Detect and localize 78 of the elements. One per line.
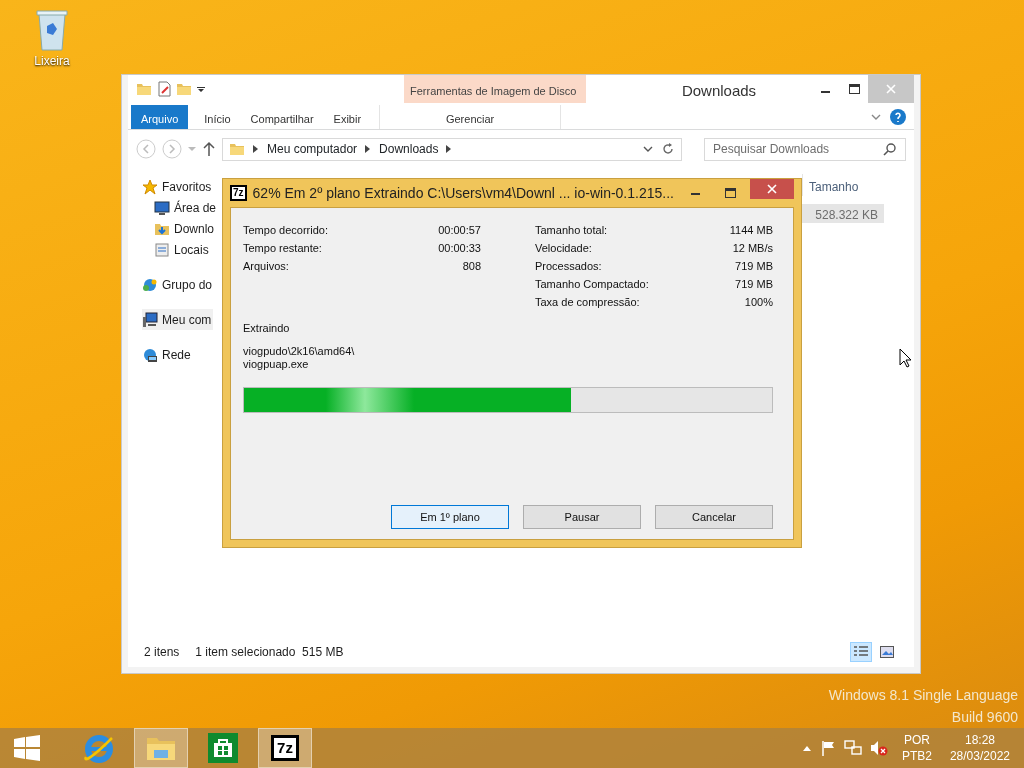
search-placeholder: Pesquisar Downloads — [713, 141, 831, 158]
file-path: viogpudo\2k16\amd64\ viogpuap.exe — [243, 344, 356, 371]
os-notice-text: Build 9600 — [950, 708, 1018, 727]
stat-value: 00:00:57 — [438, 223, 481, 238]
ribbon-tab[interactable]: Compartilhar — [240, 105, 324, 129]
table-cell[interactable]: 528.322 KB — [802, 204, 884, 223]
os-notice-text: Windows 8.1 Single Language — [828, 686, 1018, 705]
ribbon-tab[interactable]: Arquivo — [131, 105, 189, 129]
stat-value: 1144 MB — [729, 223, 773, 238]
stat-label: Arquivos: — [243, 259, 289, 274]
dialog-button[interactable]: Em 1º plano — [391, 505, 509, 529]
search-field[interactable]: Pesquisar Downloads — [704, 137, 906, 161]
close-button[interactable] — [750, 179, 794, 199]
context-tab-group: Ferramentas de Imagem de Disco — [404, 75, 586, 103]
chevron-icon[interactable] — [253, 145, 259, 153]
flag-icon[interactable] — [819, 740, 836, 756]
stat-value: 719 MB — [735, 259, 773, 274]
store-icon[interactable] — [208, 733, 238, 763]
stat-label: Taxa de compressão: — [535, 295, 640, 310]
help-icon[interactable] — [890, 109, 906, 125]
recycle-bin-icon[interactable] — [35, 8, 69, 52]
chevron-icon[interactable] — [446, 145, 453, 153]
nav-item[interactable]: Meu com — [142, 309, 214, 330]
search-icon[interactable] — [883, 142, 897, 156]
windows-logo-icon[interactable] — [13, 734, 41, 762]
show-hidden-icons-icon[interactable] — [801, 744, 812, 752]
browser-icon[interactable] — [83, 733, 115, 763]
stat-value: 00:00:33 — [438, 241, 481, 256]
muted-speaker-icon[interactable] — [869, 740, 888, 756]
chevron-icon[interactable] — [365, 145, 372, 153]
cursor-icon — [899, 348, 913, 368]
star-icon — [142, 178, 158, 195]
dialog-button[interactable]: Pausar — [523, 505, 641, 529]
dropdown-icon[interactable] — [196, 84, 206, 94]
window-title: Downloads — [680, 81, 758, 101]
breadcrumb-link[interactable]: Downloads — [379, 140, 439, 158]
network-icon[interactable] — [843, 740, 862, 756]
stat-label: Tempo restante: — [243, 241, 322, 256]
nav-item[interactable]: Área de — [154, 197, 219, 218]
breadcrumb-link[interactable]: Meu computador — [267, 140, 358, 158]
desktop-icon — [154, 200, 170, 215]
app-logo-icon: 7z — [230, 185, 247, 201]
ribbon-tab[interactable]: Gerenciar — [379, 105, 562, 129]
status-text: 1 item selecionado 515 MB — [195, 644, 344, 661]
homegroup-icon — [142, 276, 158, 293]
nav-item[interactable]: Rede — [142, 344, 193, 365]
stat-label: Processados: — [535, 259, 602, 274]
nav-item[interactable]: Grupo do — [142, 274, 215, 295]
stat-value: 100% — [744, 295, 773, 310]
folder-icon — [229, 141, 245, 157]
stat-label: Tamanho total: — [535, 223, 608, 238]
refresh-icon[interactable] — [661, 142, 675, 156]
places-icon — [154, 241, 170, 258]
dropdown-icon[interactable] — [643, 145, 653, 153]
status-text: 2 itens — [144, 644, 180, 661]
properties-icon[interactable] — [156, 81, 172, 97]
stat-label: Tempo decorrido: — [243, 223, 328, 238]
taskbar-button[interactable]: 7z — [258, 728, 312, 768]
stat-value: 12 MB/s — [732, 241, 773, 256]
maximize-icon[interactable] — [848, 84, 860, 94]
nav-item[interactable]: Favoritos — [142, 176, 214, 197]
stat-value: 719 MB — [735, 277, 773, 292]
network-icon — [142, 346, 158, 363]
dialog-title: 62% Em 2º plano Extraindo C:\Users\vm4\Downl ... io-win-0.1.215... — [252, 183, 675, 203]
ribbon-tab[interactable]: Início — [194, 105, 241, 129]
up-arrow-icon[interactable] — [202, 141, 216, 157]
nav-item[interactable]: Downlo — [154, 218, 217, 239]
ribbon-tab[interactable]: Exibir — [323, 105, 372, 129]
address-bar[interactable]: Meu computador Downloads — [222, 137, 682, 161]
stat-value: 808 — [462, 259, 481, 274]
stat-label: Tamanho Compactado: — [535, 277, 649, 292]
computer-icon — [142, 311, 158, 328]
close-icon[interactable] — [767, 184, 777, 194]
nav-item[interactable]: Locais — [154, 239, 211, 260]
maximize-icon[interactable] — [724, 188, 736, 198]
status-label: Extraindo — [243, 321, 290, 336]
stat-label: Velocidade: — [535, 241, 592, 256]
dialog-button[interactable]: Cancelar — [655, 505, 773, 529]
